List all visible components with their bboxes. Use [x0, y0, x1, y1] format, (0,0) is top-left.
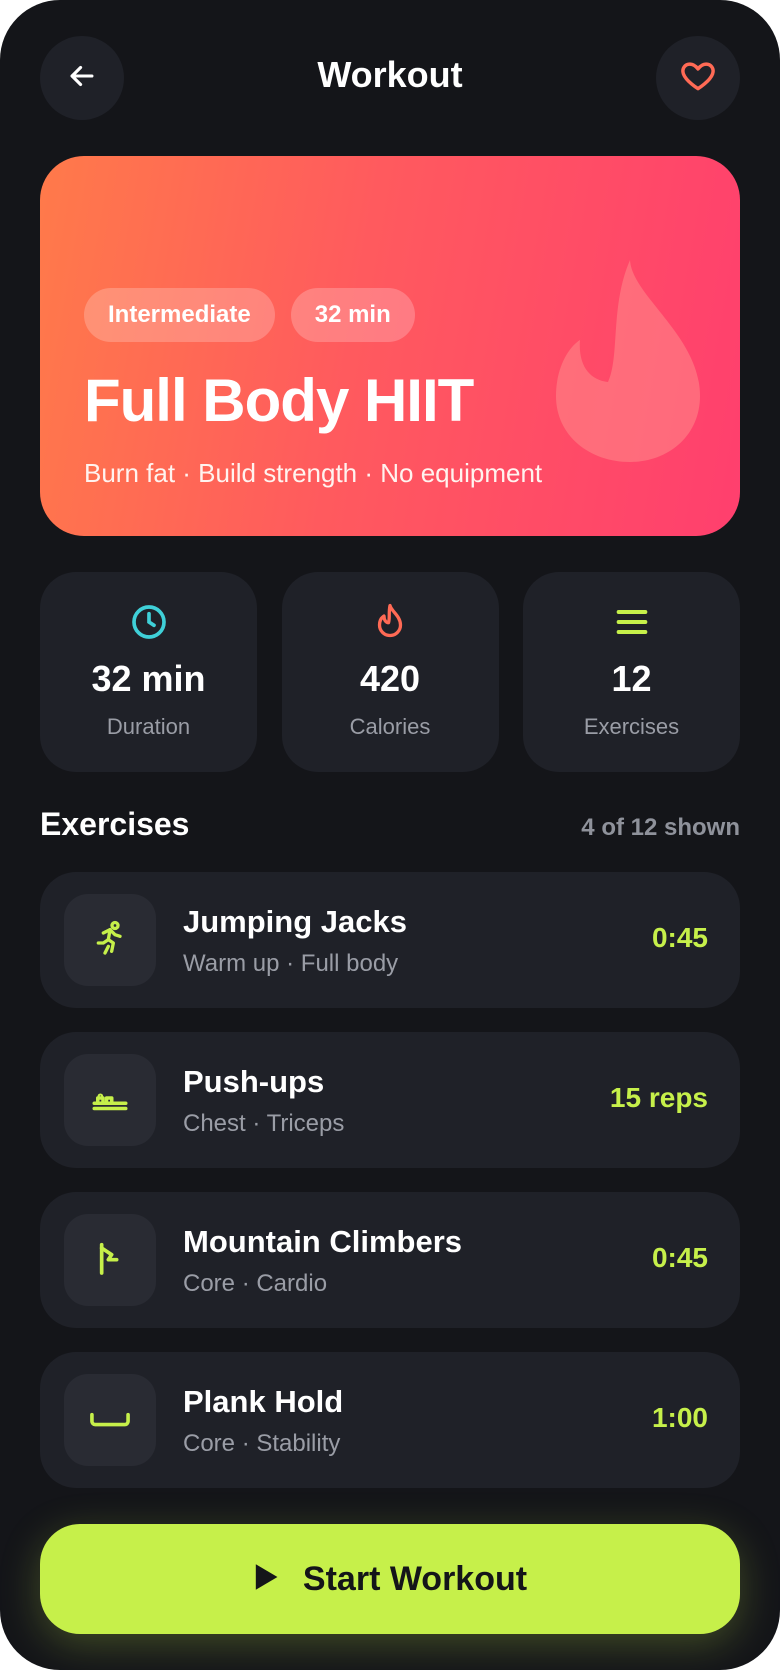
start-workout-button[interactable]: Start Workout: [40, 1524, 740, 1634]
stat-value: 420: [359, 658, 421, 699]
heart-icon: [679, 57, 717, 100]
exercise-subtitle: Core · Cardio: [183, 1270, 328, 1297]
favorite-button[interactable]: [656, 36, 740, 120]
running-icon: [90, 918, 130, 963]
page-title: Workout: [317, 54, 463, 95]
flame-icon: [550, 256, 710, 471]
workout-title: Full Body HIIT: [84, 367, 474, 434]
plank-icon: [87, 1398, 133, 1443]
exercise-item-jumping-jacks[interactable]: Jumping Jacks Warm up · Full body 0:45: [40, 872, 740, 1008]
exercise-item-mountain-climbers[interactable]: Mountain Climbers Core · Cardio 0:45: [40, 1192, 740, 1328]
play-icon: [253, 1563, 279, 1596]
exercise-name: Push-ups: [183, 1064, 325, 1099]
stat-label: Exercises: [583, 714, 680, 739]
exercises-count: 4 of 12 shown: [581, 814, 740, 841]
clock-icon: [129, 602, 169, 642]
stat-value: 12: [611, 658, 652, 699]
hero-chips: Intermediate 32 min: [84, 288, 415, 342]
flame-icon: [372, 602, 408, 642]
stat-calories: 420 Calories: [281, 572, 499, 772]
exercise-subtitle: Warm up · Full body: [183, 950, 399, 977]
exercise-name: Jumping Jacks: [183, 904, 407, 939]
duration-chip: 32 min: [290, 288, 415, 342]
climber-icon: [90, 1238, 130, 1283]
top-bar: Workout: [40, 36, 740, 120]
exercise-item-push-ups[interactable]: Push-ups Chest · Triceps 15 reps: [40, 1032, 740, 1168]
stat-value: 32 min: [91, 658, 206, 699]
difficulty-chip: Intermediate: [84, 288, 275, 342]
stat-exercises: 12 Exercises: [523, 572, 740, 772]
exercise-list: Jumping Jacks Warm up · Full body 0:45 P…: [40, 872, 740, 1512]
pushup-icon: [89, 1077, 131, 1124]
exercise-subtitle: Chest · Triceps: [183, 1110, 345, 1137]
workout-hero-card: Intermediate 32 min Full Body HIIT Burn …: [40, 156, 740, 536]
exercise-name: Plank Hold: [183, 1384, 344, 1419]
stat-label: Duration: [106, 714, 191, 739]
stats-row: 32 min Duration 420 Calories 12 Exercise…: [40, 572, 740, 772]
start-workout-label: Start Workout: [302, 1559, 528, 1598]
exercise-value: 0:45: [651, 922, 708, 953]
phone-screen: Workout Intermediate 32 min Full Body HI…: [0, 0, 780, 1670]
exercise-value: 0:45: [651, 1242, 708, 1273]
list-icon: [612, 602, 652, 642]
exercise-value: 15 reps: [609, 1082, 708, 1113]
exercise-name: Mountain Climbers: [183, 1224, 463, 1259]
stat-label: Calories: [349, 714, 431, 739]
exercise-subtitle: Core · Stability: [183, 1430, 341, 1457]
exercises-heading: Exercises: [40, 806, 190, 842]
workout-subtitle: Burn fat · Build strength · No equipment: [84, 458, 543, 488]
exercise-value: 1:00: [651, 1402, 708, 1433]
exercise-item-plank-hold[interactable]: Plank Hold Core · Stability 1:00: [40, 1352, 740, 1488]
stat-duration: 32 min Duration: [40, 572, 257, 772]
